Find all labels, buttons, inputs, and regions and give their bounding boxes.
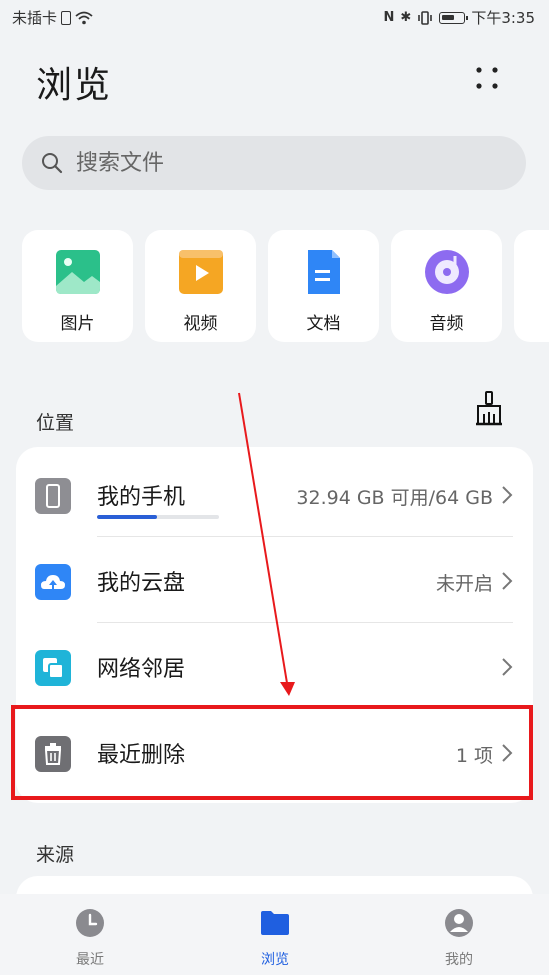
category-label: 视频 — [183, 314, 218, 334]
location-label: 网络邻居 — [97, 657, 186, 682]
cloud-icon — [35, 564, 71, 600]
category-more[interactable] — [514, 230, 549, 342]
status-bar: 未插卡 N ✱ 下午3:35 — [0, 0, 549, 34]
battery-icon — [439, 11, 469, 24]
clock-icon — [76, 909, 104, 937]
audio-icon — [425, 250, 469, 294]
highlight-box — [11, 705, 533, 800]
cleanup-icon[interactable] — [472, 390, 506, 426]
search-icon — [42, 153, 63, 174]
category-images[interactable]: 图片 — [22, 230, 133, 342]
vibrate-icon — [418, 10, 433, 25]
document-icon — [308, 250, 340, 294]
location-my-cloud[interactable]: 我的云盘 未开启 — [16, 537, 533, 623]
category-videos[interactable]: 视频 — [145, 230, 256, 342]
category-audio[interactable]: 音频 — [391, 230, 502, 342]
location-network-neighbors[interactable]: 网络邻居 — [16, 623, 533, 709]
tab-mine[interactable]: 我的 — [399, 894, 519, 975]
storage-value: 32.94 GB 可用/64 GB — [296, 487, 493, 509]
category-label: 音频 — [429, 314, 464, 334]
search-bar[interactable] — [22, 136, 526, 190]
chevron-right-icon — [502, 658, 513, 676]
location-my-phone[interactable]: 我的手机 32.94 GB 可用/64 GB — [16, 451, 533, 537]
location-label: 我的云盘 — [97, 571, 186, 596]
tab-browse[interactable]: 浏览 — [215, 894, 335, 975]
tab-recent[interactable]: 最近 — [30, 894, 150, 975]
wifi-icon — [75, 11, 93, 24]
network-neighbor-icon — [35, 650, 71, 686]
category-label: 文档 — [306, 314, 341, 334]
folder-icon — [261, 911, 289, 935]
person-icon — [445, 909, 473, 937]
category-shortcuts: 图片 视频 文档 音频 — [22, 230, 549, 342]
phone-icon — [35, 478, 71, 514]
location-label: 我的手机 — [97, 485, 186, 510]
section-label-sources: 来源 — [36, 844, 75, 866]
storage-usage-fill — [97, 515, 157, 519]
page-title: 浏览 — [36, 65, 113, 106]
tab-label: 浏览 — [261, 952, 289, 968]
category-label: 图片 — [60, 314, 95, 334]
cloud-status: 未开启 — [435, 573, 493, 595]
tab-label: 最近 — [76, 952, 104, 968]
bluetooth-icon: ✱ — [400, 10, 412, 25]
more-options-icon[interactable] — [473, 64, 501, 92]
tab-label: 我的 — [445, 952, 473, 968]
carrier-label: 未插卡 — [12, 9, 58, 27]
chevron-right-icon — [502, 572, 513, 590]
storage-usage-bar — [97, 515, 219, 519]
nfc-icon: N — [383, 10, 395, 25]
category-documents[interactable]: 文档 — [268, 230, 379, 342]
image-icon — [56, 250, 100, 294]
sim-icon — [61, 10, 72, 25]
clock-time: 下午3:35 — [471, 9, 535, 27]
bottom-tab-bar: 最近 浏览 我的 — [0, 894, 549, 975]
section-label-locations: 位置 — [36, 412, 75, 434]
chevron-right-icon — [502, 486, 513, 504]
video-icon — [179, 250, 223, 294]
search-input[interactable] — [74, 149, 458, 177]
